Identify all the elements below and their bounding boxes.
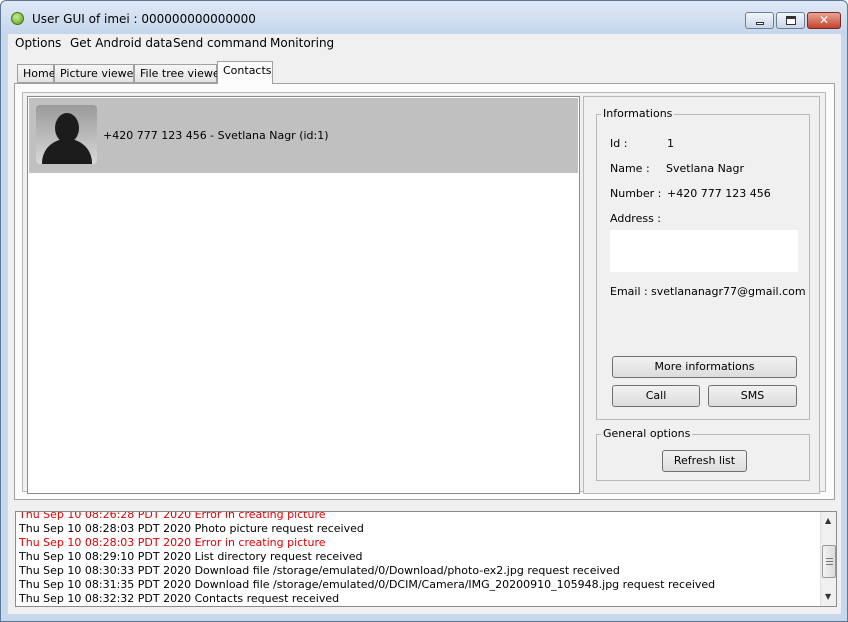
number-label: Number : (610, 187, 662, 200)
contact-list-item[interactable]: +420 777 123 456 - Svetlana Nagr (id:1) (29, 98, 578, 173)
tab-picture-viewer[interactable]: Picture viewer (54, 64, 138, 83)
person-silhouette-icon (36, 105, 97, 164)
email-value: svetlananagr77@gmail.com (651, 285, 806, 298)
log-line: Thu Sep 10 08:32:32 PDT 2020 Contacts re… (19, 592, 340, 605)
maximize-button[interactable] (776, 12, 805, 29)
maximize-icon (786, 16, 796, 25)
log-line: Thu Sep 10 08:28:03 PDT 2020 Error in cr… (19, 536, 326, 549)
client-area: Options Get Android data Send command Mo… (8, 34, 841, 614)
tab-file-tree-viewer[interactable]: File tree viewer (134, 64, 224, 83)
log-line: Thu Sep 10 08:26:28 PDT 2020 Error in cr… (19, 511, 326, 521)
contact-side-panel: Informations Id : 1 Name : Svetlana Nagr… (583, 96, 820, 494)
general-options-group: General options Refresh list (596, 427, 810, 481)
scroll-thumb[interactable] (822, 545, 836, 578)
email-label: Email : (610, 285, 648, 298)
contact-label: +420 777 123 456 - Svetlana Nagr (id:1) (103, 129, 329, 142)
tab-contacts[interactable]: Contacts (217, 61, 273, 84)
address-label: Address : (610, 212, 662, 225)
contact-list[interactable]: +420 777 123 456 - Svetlana Nagr (id:1) (27, 96, 580, 494)
id-value: 1 (667, 137, 674, 150)
log-console[interactable]: Thu Sep 10 08:26:28 PDT 2020 Error in cr… (15, 511, 837, 607)
close-icon: ✕ (819, 13, 830, 27)
menu-send-command[interactable]: Send command (173, 36, 267, 50)
log-scrollbar[interactable]: ▲ ▼ (820, 512, 836, 606)
scroll-down-icon[interactable]: ▼ (825, 592, 831, 601)
scroll-up-icon[interactable]: ▲ (825, 516, 831, 525)
app-icon (11, 12, 24, 25)
log-line: Thu Sep 10 08:31:35 PDT 2020 Download fi… (19, 578, 716, 591)
sms-button[interactable]: SMS (708, 385, 797, 407)
menu-bar: Options Get Android data Send command Mo… (8, 34, 841, 53)
title-bar[interactable]: User GUI of imei : 000000000000000 ✕ (1, 1, 847, 34)
more-informations-button[interactable]: More informations (612, 356, 797, 378)
name-label: Name : (610, 162, 650, 175)
id-label: Id : (610, 137, 628, 150)
menu-options[interactable]: Options (15, 36, 61, 50)
close-button[interactable]: ✕ (807, 12, 841, 29)
number-value: +420 777 123 456 (667, 187, 771, 200)
log-line: Thu Sep 10 08:30:33 PDT 2020 Download fi… (19, 564, 620, 577)
address-field[interactable] (610, 230, 798, 272)
log-line: Thu Sep 10 08:28:03 PDT 2020 Photo pictu… (19, 522, 364, 535)
refresh-list-button[interactable]: Refresh list (662, 450, 747, 472)
call-button[interactable]: Call (612, 385, 700, 407)
log-line: Thu Sep 10 08:29:10 PDT 2020 List direct… (19, 550, 363, 563)
informations-title: Informations (601, 107, 675, 120)
app-window: User GUI of imei : 000000000000000 ✕ Opt… (0, 0, 848, 622)
name-value: Svetlana Nagr (666, 162, 745, 175)
menu-monitoring[interactable]: Monitoring (270, 36, 334, 50)
tab-home[interactable]: Home (17, 64, 55, 83)
window-title: User GUI of imei : 000000000000000 (32, 12, 256, 26)
minimize-icon (756, 22, 764, 25)
menu-get-android-data[interactable]: Get Android data (70, 36, 172, 50)
general-options-title: General options (601, 427, 693, 440)
minimize-button[interactable] (745, 12, 774, 29)
informations-group: Informations Id : 1 Name : Svetlana Nagr… (596, 107, 810, 420)
